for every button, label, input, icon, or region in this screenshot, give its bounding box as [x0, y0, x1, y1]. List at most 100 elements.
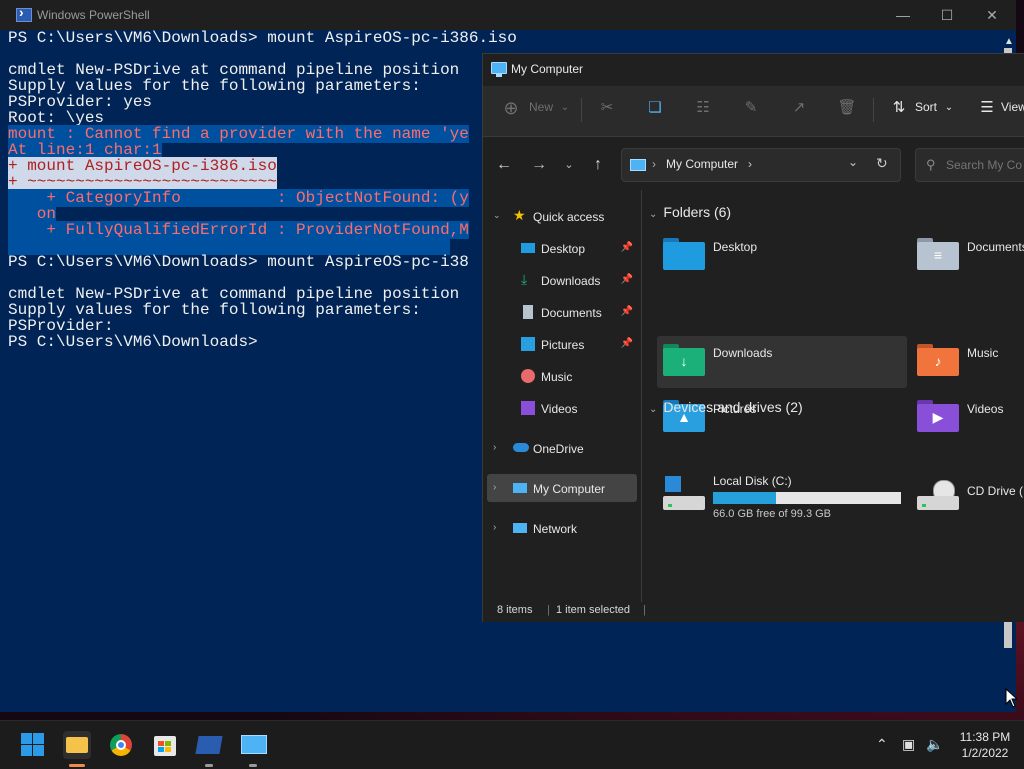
nav-item-onedrive[interactable]: › OneDrive: [487, 434, 637, 462]
address-bar[interactable]: › My Computer › ⌄ ↻: [621, 148, 901, 182]
chevron-right-icon[interactable]: ›: [493, 522, 496, 533]
pin-icon[interactable]: 📌: [621, 306, 633, 317]
cut-icon[interactable]: ✂: [597, 98, 617, 118]
nav-label: Downloads: [541, 274, 601, 288]
back-arrow-icon[interactable]: ←: [493, 155, 515, 175]
console-line: + mount AspireOS-pc-i386.iso: [8, 157, 517, 175]
folder-label: Desktop: [713, 240, 758, 254]
drive-tile-d[interactable]: CD Drive (D: [911, 472, 1024, 524]
new-button[interactable]: New: [529, 100, 553, 114]
show-hidden-icons-chevron-icon[interactable]: ⌃: [876, 736, 888, 753]
clock[interactable]: 11:38 PM 1/2/2022: [950, 729, 1020, 761]
this-pc-taskbar-icon[interactable]: [239, 731, 267, 767]
volume-icon[interactable]: 🔈: [926, 736, 943, 753]
download-arrow-icon: ↓: [680, 353, 688, 369]
documents-lines-icon: ≡: [933, 247, 943, 263]
folder-tile-documents[interactable]: ≡ Documents: [911, 230, 1024, 282]
console-line: PS C:\Users\VM6\Downloads> mount AspireO…: [8, 254, 517, 270]
network-icon[interactable]: ▣: [902, 736, 915, 753]
drive-base: [663, 496, 705, 510]
explorer-window[interactable]: My Computer ⊕ New ⌄ ✂ ❏ ☷ ✎ ↗ 🗑 ⇅ Sort ⌄…: [482, 53, 1024, 622]
recent-locations-chevron-icon[interactable]: ⌄: [558, 155, 580, 175]
explorer-titlebar[interactable]: My Computer: [483, 54, 1024, 86]
clock-time: 11:38 PM: [959, 730, 1011, 744]
powershell-titlebar[interactable]: Windows PowerShell — ☐ ✕: [0, 0, 1016, 30]
navigation-pane: ⌄ ★ Quick access Desktop 📌 ⤓ Downloads 📌…: [483, 190, 642, 602]
folder-tile-downloads[interactable]: ↓ Downloads: [657, 336, 907, 388]
nav-item-documents[interactable]: Documents 📌: [487, 298, 637, 326]
drive-tile-c[interactable]: Local Disk (C:) 66.0 GB free of 99.3 GB: [657, 472, 907, 532]
chevron-down-icon: ⌄: [649, 404, 658, 415]
console-output[interactable]: PS C:\Users\VM6\Downloads> mount AspireO…: [8, 30, 517, 350]
maximize-button[interactable]: ☐: [930, 4, 964, 26]
chevron-right-icon[interactable]: ›: [493, 442, 496, 453]
folder-label: Videos: [967, 402, 1004, 416]
nav-item-downloads[interactable]: ⤓ Downloads 📌: [487, 266, 637, 294]
nav-item-pictures[interactable]: Pictures 📌: [487, 330, 637, 358]
folder-tile-music[interactable]: ♪ Music: [911, 336, 1024, 388]
nav-label: Pictures: [541, 338, 585, 352]
pin-icon[interactable]: 📌: [621, 338, 633, 349]
scroll-up-icon[interactable]: ▲: [1004, 36, 1014, 47]
breadcrumb[interactable]: My Computer: [666, 157, 738, 171]
pin-icon[interactable]: 📌: [621, 274, 633, 285]
rename-icon[interactable]: ✎: [741, 98, 761, 118]
address-dropdown-chevron-icon[interactable]: ⌄: [848, 155, 858, 169]
selection-count: 1 item selected: [556, 604, 630, 616]
store-taskbar-icon[interactable]: [151, 731, 179, 759]
console-line: At line:1 char:1: [8, 141, 517, 159]
windows-logo-tile: [33, 745, 44, 756]
start-button[interactable]: [19, 731, 47, 759]
drive-led: [922, 504, 926, 507]
sort-button[interactable]: Sort: [915, 100, 937, 114]
file-explorer-taskbar-icon[interactable]: [63, 731, 91, 767]
pin-icon[interactable]: 📌: [621, 242, 633, 253]
drives-group-header[interactable]: ⌄ Devices and drives (2): [649, 399, 803, 415]
nav-item-music[interactable]: Music: [487, 362, 637, 390]
share-icon[interactable]: ↗: [789, 98, 809, 118]
sort-icon: ⇅: [892, 99, 906, 116]
nav-label: My Computer: [533, 482, 606, 496]
up-arrow-icon[interactable]: ↑: [587, 155, 609, 175]
nav-item-my-computer[interactable]: › My Computer: [487, 474, 637, 502]
delete-icon[interactable]: 🗑: [837, 98, 857, 118]
folder-body: [663, 242, 705, 270]
chevron-right-icon[interactable]: ›: [493, 482, 496, 493]
hard-disk-icon: [663, 476, 705, 512]
refresh-icon[interactable]: ↻: [876, 155, 888, 172]
chrome-taskbar-icon[interactable]: [107, 731, 135, 759]
nav-label: Quick access: [533, 210, 605, 224]
drive-base: [917, 496, 959, 510]
search-input[interactable]: [944, 155, 1024, 175]
computer-icon: [513, 483, 527, 493]
console-line-text: PS C:\Users\VM6\Downloads> mount AspireO…: [8, 253, 469, 271]
console-line: PS C:\Users\VM6\Downloads>: [8, 334, 517, 350]
nav-quick-access[interactable]: ⌄ ★ Quick access: [487, 202, 637, 230]
folders-group-header[interactable]: ⌄ Folders (6): [649, 204, 731, 220]
videos-folder-icon: ▶: [917, 400, 959, 432]
console-line: PSProvider:: [8, 318, 517, 334]
explorer-title: My Computer: [511, 62, 584, 76]
console-line: [8, 237, 517, 255]
forward-arrow-icon[interactable]: →: [528, 155, 550, 175]
folder-tile-videos[interactable]: ▶ Videos: [911, 392, 1024, 444]
store-bag-icon: [154, 736, 176, 756]
copy-icon[interactable]: ❏: [645, 98, 665, 118]
powershell-taskbar-icon[interactable]: [195, 731, 223, 767]
nav-item-videos[interactable]: Videos: [487, 394, 637, 422]
powershell-icon: [195, 736, 223, 754]
nav-item-desktop[interactable]: Desktop 📌: [487, 234, 637, 262]
folder-label: Music: [967, 346, 999, 360]
content-pane: ⌄ Folders (6) Desktop ≡ Documents ↓ Down…: [643, 190, 1024, 602]
view-button[interactable]: View: [1001, 100, 1024, 114]
paste-icon[interactable]: ☷: [693, 98, 713, 118]
minimize-button[interactable]: —: [886, 4, 920, 26]
nav-item-network[interactable]: › Network: [487, 514, 637, 542]
nav-label: Videos: [541, 402, 578, 416]
search-box[interactable]: ⚲: [915, 148, 1024, 182]
close-button[interactable]: ✕: [975, 4, 1009, 26]
chevron-down-icon[interactable]: ⌄: [493, 210, 501, 221]
view-icon: ☰: [980, 99, 994, 116]
music-note-icon: ♪: [934, 353, 942, 369]
folder-tile-desktop[interactable]: Desktop: [657, 230, 907, 282]
